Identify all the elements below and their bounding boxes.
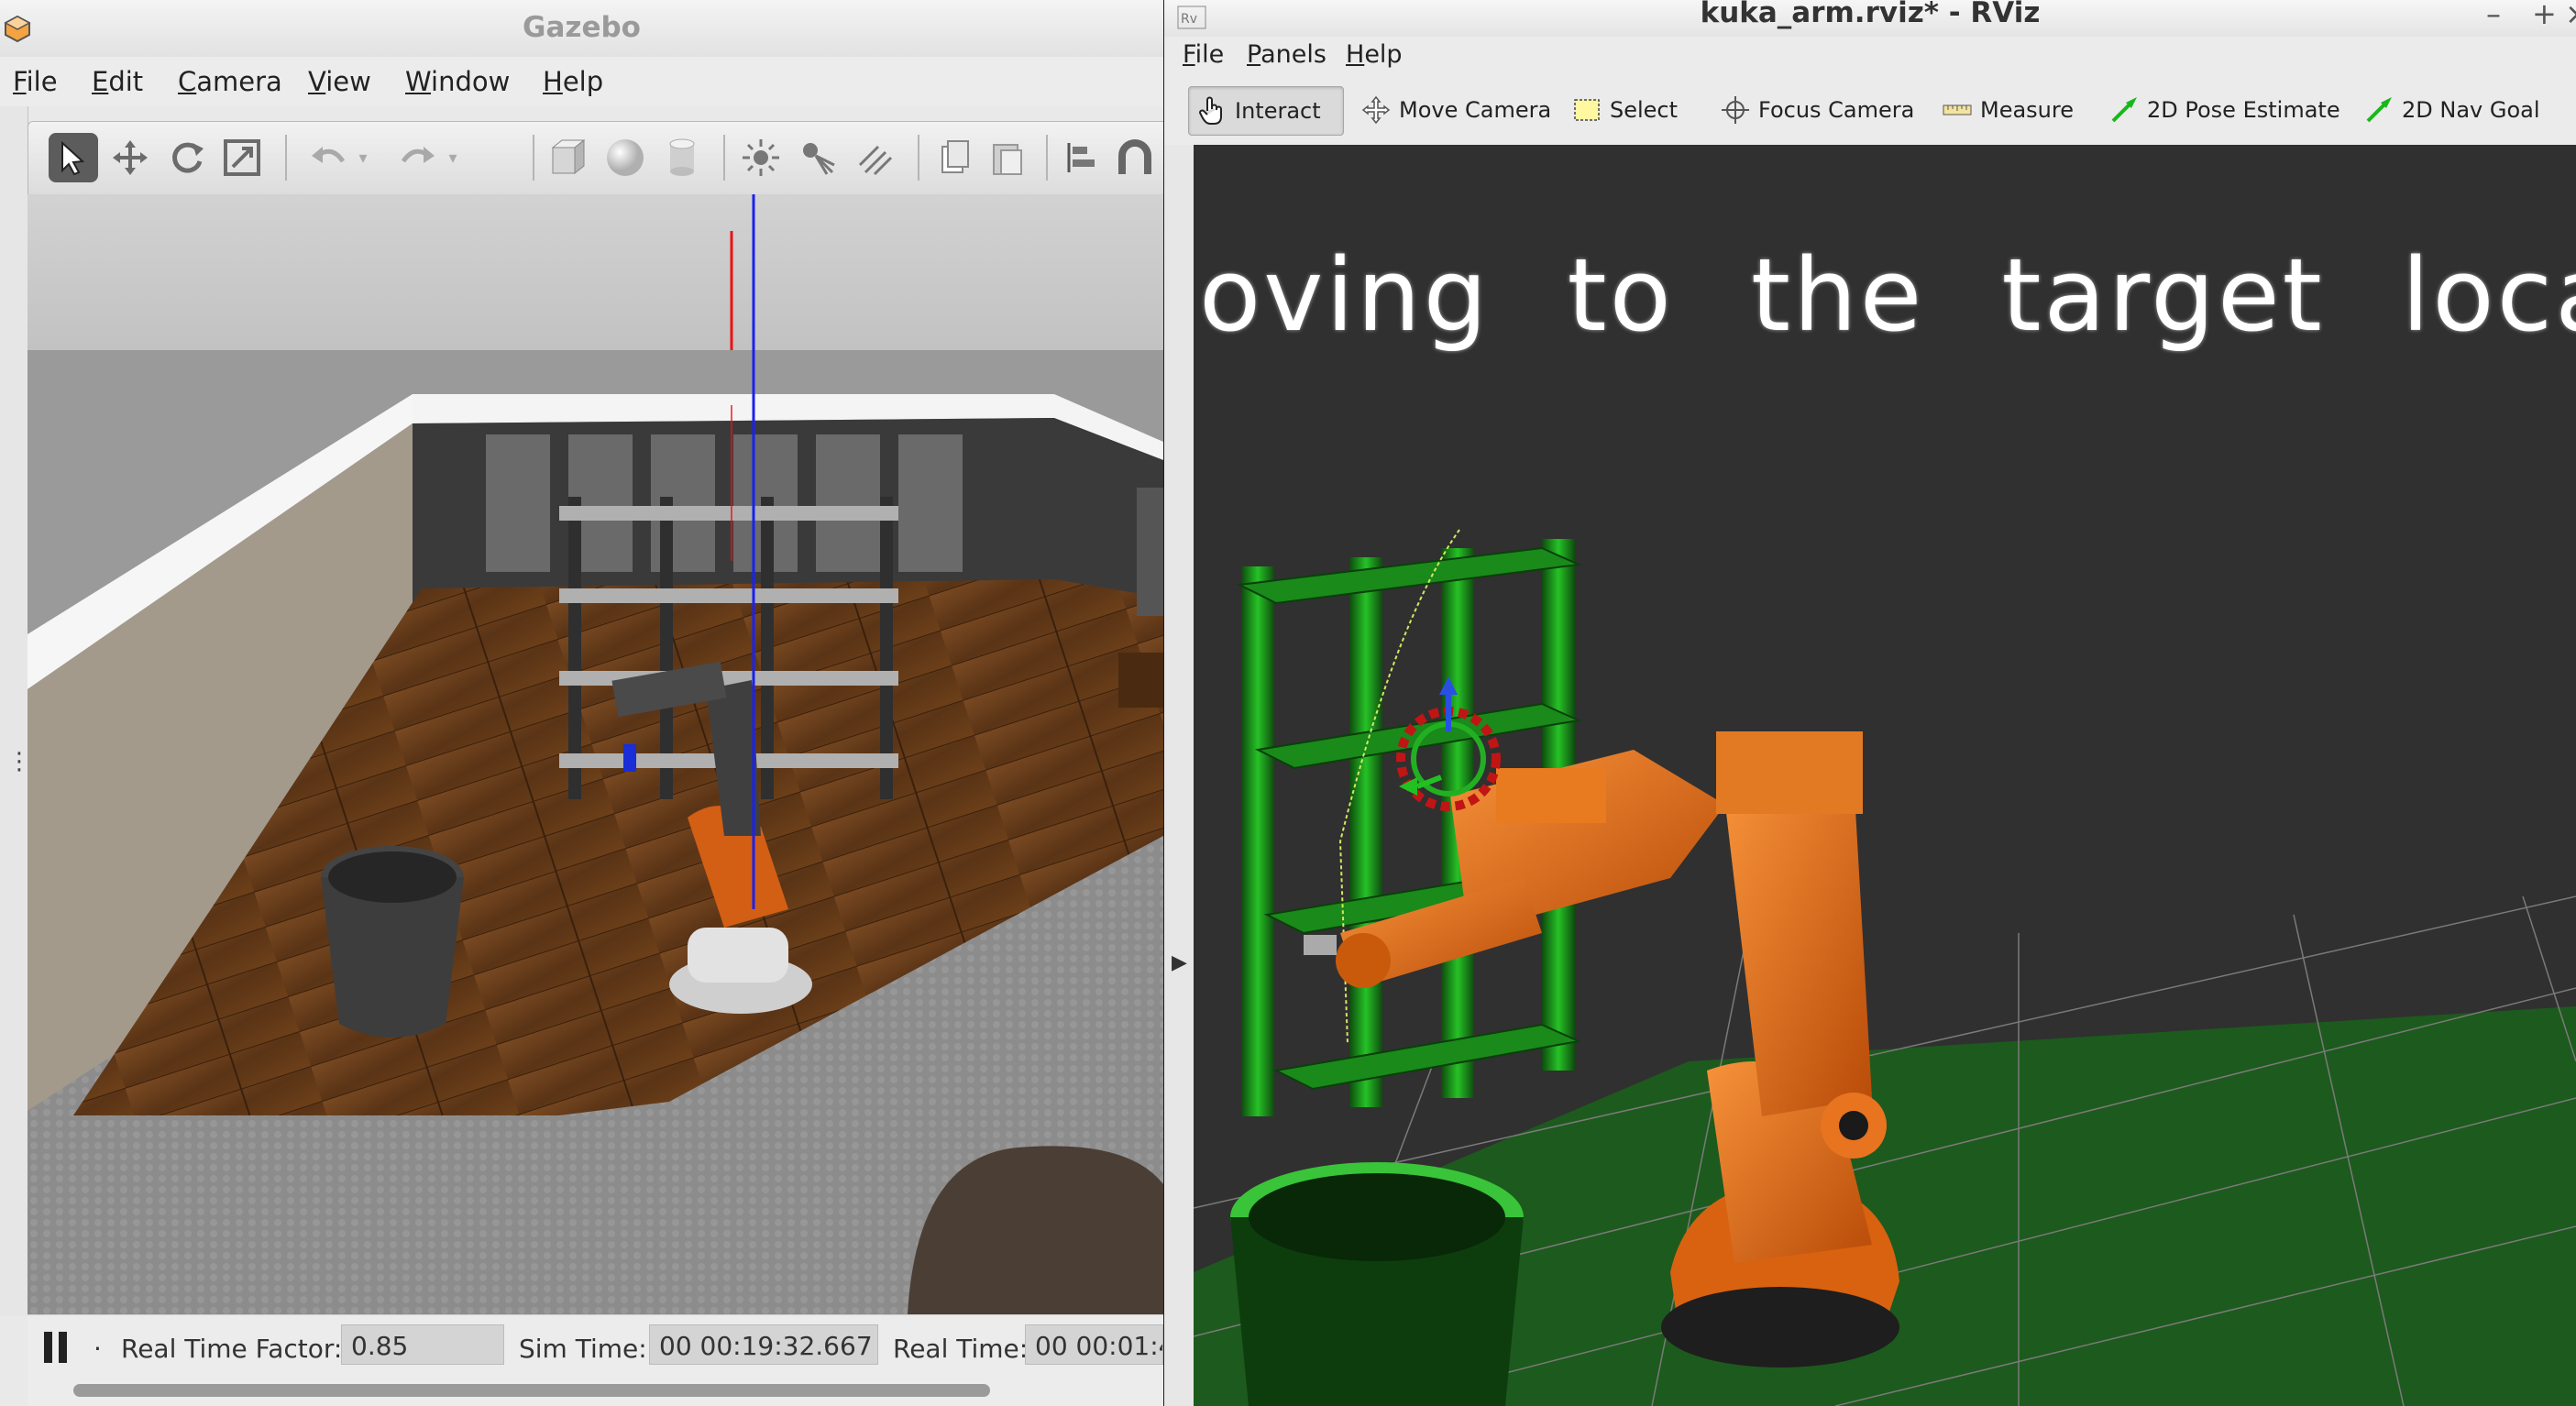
- focus-camera-icon: [1722, 96, 1749, 124]
- step-dot[interactable]: .: [94, 1326, 102, 1357]
- rtf-value: 0.85: [341, 1324, 504, 1365]
- move-camera-icon: [1361, 95, 1391, 125]
- rotate-mode-button[interactable]: [162, 133, 212, 182]
- scale-icon: [224, 139, 260, 176]
- gazebo-menubar: File Edit Camera View Window Help: [0, 57, 1163, 106]
- rviz-left-panel-handle[interactable]: ▶: [1164, 145, 1194, 1406]
- align-icon: [1067, 143, 1095, 172]
- tool-select[interactable]: Select: [1564, 86, 1678, 134]
- gazebo-menu-edit[interactable]: Edit: [92, 66, 143, 97]
- tool-focus-camera[interactable]: Focus Camera: [1712, 86, 1914, 134]
- dropdown-icon: ▾: [358, 148, 368, 168]
- ruler-icon: [1943, 104, 1972, 115]
- rviz-menu-file[interactable]: File: [1183, 40, 1224, 69]
- rviz-window-title: kuka_arm.rviz* - RViz: [1700, 0, 2041, 29]
- translate-mode-button[interactable]: [105, 133, 155, 182]
- rviz-menu-panels[interactable]: Panels: [1247, 40, 1327, 69]
- minimize-button[interactable]: –: [2486, 0, 2501, 31]
- insert-sphere-button[interactable]: [600, 133, 650, 182]
- tool-move-camera[interactable]: Move Camera: [1353, 86, 1551, 134]
- select-arrow-icon: [61, 140, 85, 176]
- insert-cylinder-button[interactable]: [657, 133, 707, 182]
- gazebo-menu-camera[interactable]: Camera: [178, 66, 282, 97]
- undo-icon: [312, 147, 346, 163]
- insert-point-light-button[interactable]: [736, 133, 786, 182]
- gazebo-left-panel-handle[interactable]: ⋮: [0, 106, 31, 1316]
- gazebo-window-title: Gazebo: [523, 11, 641, 44]
- gazebo-window: Gazebo File Edit Camera View Window Help…: [0, 0, 1163, 1406]
- dropdown-icon: ▾: [448, 148, 457, 168]
- box-icon: [551, 138, 586, 175]
- sphere-icon: [607, 139, 644, 176]
- tool-2d-nav-goal-label: 2D Nav Goal: [2402, 97, 2540, 123]
- rtf-label: Real Time Factor:: [121, 1334, 343, 1364]
- directional-light-icon: [858, 145, 893, 176]
- paste-icon: [993, 144, 1022, 175]
- rviz-menubar: File Panels Help: [1164, 37, 2576, 75]
- point-light-icon: [743, 139, 779, 176]
- paste-button[interactable]: [982, 133, 1031, 182]
- expand-panel-arrow-icon[interactable]: ▶: [1172, 951, 1187, 974]
- maximize-button[interactable]: +: [2532, 0, 2557, 31]
- redo-icon: [401, 147, 435, 163]
- gazebo-horizontal-scrollbar[interactable]: [73, 1384, 990, 1397]
- tool-2d-nav-goal[interactable]: 2D Nav Goal: [2356, 86, 2540, 134]
- copy-button[interactable]: [930, 133, 980, 182]
- select-box-icon: [1574, 99, 1600, 121]
- gazebo-menu-view[interactable]: View: [308, 66, 371, 97]
- spot-light-icon: [803, 143, 835, 175]
- snap-magnet-icon: [1118, 139, 1151, 174]
- undo-dropdown[interactable]: ▾: [349, 133, 377, 182]
- close-button[interactable]: ×: [2565, 0, 2576, 31]
- gazebo-menu-help[interactable]: Help: [543, 66, 603, 97]
- snap-button[interactable]: [1110, 133, 1160, 182]
- cylinder-icon: [669, 138, 695, 176]
- green-arrow-icon: [2111, 97, 2137, 123]
- redo-dropdown[interactable]: ▾: [439, 133, 467, 182]
- tool-interact[interactable]: Interact: [1188, 86, 1344, 136]
- gazebo-title-bar[interactable]: Gazebo: [0, 0, 1163, 58]
- gazebo-menu-file[interactable]: File: [13, 66, 58, 97]
- rviz-menu-help[interactable]: Help: [1346, 40, 1403, 69]
- tool-measure[interactable]: Measure: [1934, 86, 2074, 134]
- align-button[interactable]: [1059, 133, 1108, 182]
- rotate-icon: [172, 142, 204, 173]
- pause-icon[interactable]: [42, 1330, 70, 1365]
- real-time-value: 00 00:01:48.0: [1025, 1324, 1163, 1365]
- tool-focus-camera-label: Focus Camera: [1758, 97, 1915, 123]
- tool-select-label: Select: [1610, 97, 1679, 123]
- tool-measure-label: Measure: [1980, 97, 2074, 123]
- rviz-tool-bar: Interact Move Camera Select Focus Camera…: [1164, 75, 2576, 146]
- green-arrow-icon: [2366, 97, 2392, 123]
- rviz-3d-viewport[interactable]: oving to the target locat: [1194, 145, 2576, 1406]
- scale-mode-button[interactable]: [217, 133, 267, 182]
- insert-spot-light-button[interactable]: [793, 133, 842, 182]
- gazebo-scene-render: [28, 194, 1163, 1314]
- select-mode-button[interactable]: [49, 133, 98, 182]
- gazebo-3d-viewport[interactable]: [28, 194, 1163, 1314]
- insert-directional-light-button[interactable]: [850, 133, 899, 182]
- gazebo-menu-window[interactable]: Window: [405, 66, 510, 97]
- rviz-window: Rv kuka_arm.rviz* - RViz – + × File Pane…: [1164, 0, 2576, 1406]
- gazebo-toolbar: ▾ ▾: [28, 121, 1163, 196]
- redo-button[interactable]: [393, 133, 443, 182]
- undo-button[interactable]: [303, 133, 353, 182]
- insert-box-button[interactable]: [544, 133, 593, 182]
- tool-move-camera-label: Move Camera: [1399, 97, 1552, 123]
- sim-time-label: Sim Time:: [519, 1334, 647, 1364]
- tool-2d-pose-estimate-label: 2D Pose Estimate: [2147, 97, 2340, 123]
- tool-2d-pose-estimate[interactable]: 2D Pose Estimate: [2101, 86, 2340, 134]
- copy-icon: [941, 140, 969, 173]
- real-time-label: Real Time:: [893, 1334, 1029, 1364]
- status-overlay-text: oving to the target locat: [1199, 236, 2576, 354]
- sim-time-value: 00 00:19:32.667: [649, 1324, 878, 1365]
- translate-icon: [113, 140, 148, 175]
- tool-interact-label: Interact: [1235, 98, 1321, 124]
- rviz-title-bar[interactable]: Rv kuka_arm.rviz* - RViz – + ×: [1164, 0, 2576, 37]
- hand-pointer-icon: [1198, 96, 1222, 125]
